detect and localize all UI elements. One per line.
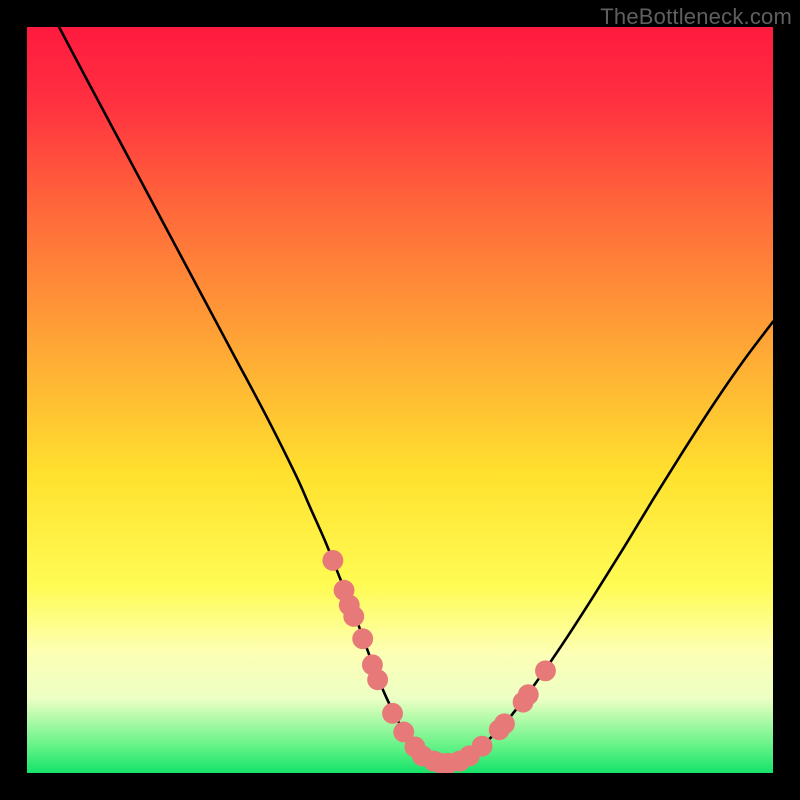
marker-dot (535, 660, 556, 681)
marker-dot (518, 684, 539, 705)
marker-dot (472, 736, 493, 757)
gradient-background (27, 27, 773, 773)
marker-dot (367, 669, 388, 690)
marker-dot (382, 703, 403, 724)
plot-area (27, 27, 773, 773)
outer-frame: TheBottleneck.com (0, 0, 800, 800)
chart-svg (27, 27, 773, 773)
marker-dot (322, 550, 343, 571)
marker-dot (352, 628, 373, 649)
marker-dot (494, 713, 515, 734)
marker-dot (343, 606, 364, 627)
watermark-text: TheBottleneck.com (600, 4, 792, 30)
